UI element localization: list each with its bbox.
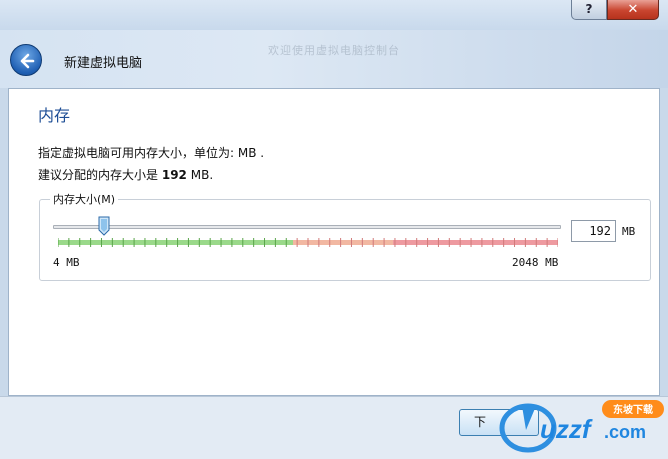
recommended-suffix: MB. [190, 168, 214, 182]
site-watermark-logo: uzzf .com 东坡下载 [499, 400, 664, 453]
back-button[interactable] [10, 44, 42, 76]
svg-text:uzzf: uzzf [540, 414, 593, 444]
memory-size-input[interactable] [571, 220, 616, 242]
back-arrow-icon [20, 53, 35, 69]
slider-max-label: 2048 MB [512, 256, 559, 269]
help-button[interactable]: ? [571, 0, 607, 20]
recommended-memory-text: 建议分配的内存大小是 192 MB. [38, 166, 213, 183]
memory-slider-thumb[interactable] [98, 216, 110, 236]
memory-slider-ticks [58, 238, 558, 247]
memory-unit-label: MB [622, 225, 636, 238]
title-bar [0, 0, 668, 30]
memory-slider-track[interactable] [53, 225, 561, 229]
close-button[interactable]: ✕ [607, 0, 659, 20]
page-title: 内存 [38, 106, 71, 125]
danger-zone [393, 240, 558, 245]
wizard-title: 新建虚拟电脑 [64, 56, 143, 71]
background-window-text: 欢迎使用虚拟电脑控制台 [268, 44, 400, 57]
memory-size-legend: 内存大小(M) [50, 191, 119, 207]
recommended-prefix: 建议分配的内存大小是 [38, 168, 159, 182]
memory-description: 指定虚拟电脑可用内存大小，单位为: MB . [38, 146, 265, 160]
svg-text:.com: .com [604, 422, 646, 442]
slider-min-label: 4 MB [53, 256, 80, 269]
svg-text:东坡下载: 东坡下载 [613, 403, 653, 416]
recommended-value: 192 [161, 168, 187, 182]
safe-zone [58, 240, 293, 245]
